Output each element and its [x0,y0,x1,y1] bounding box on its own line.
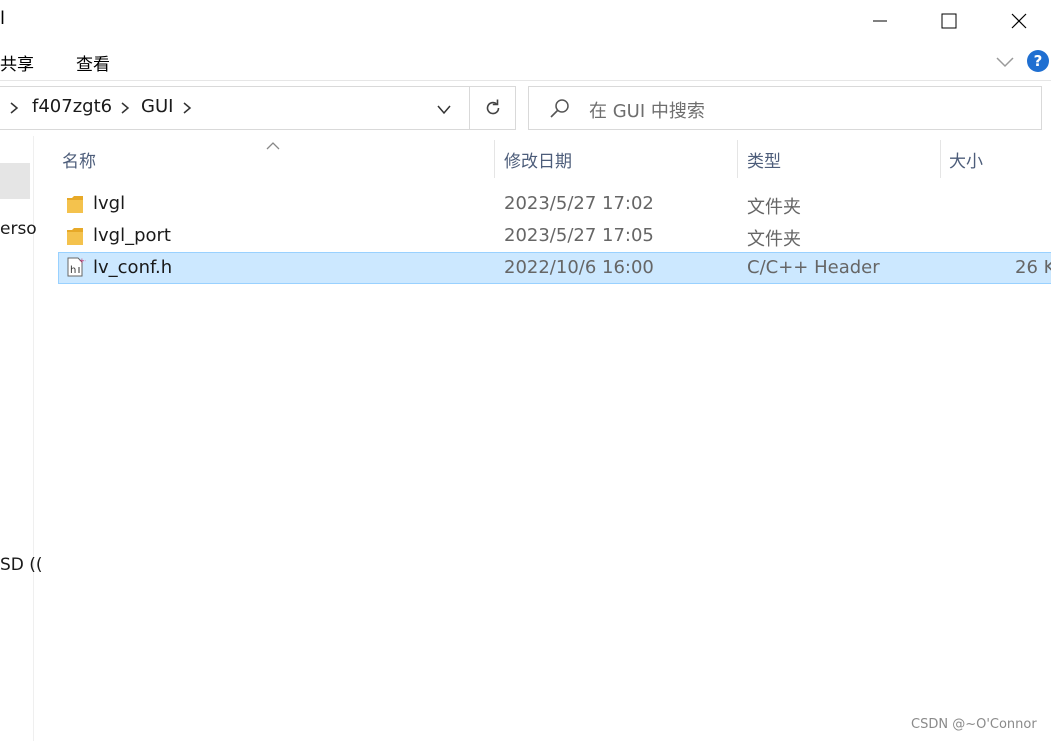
close-icon [1011,13,1027,29]
file-type: 文件夹 [747,229,801,250]
file-name[interactable]: lvgl [93,193,125,214]
tab-view[interactable]: 查看 [76,50,110,75]
breadcrumb-gui[interactable]: GUI [141,96,173,117]
minimize-button[interactable] [845,0,915,42]
breadcrumb-chevron-icon[interactable] [182,100,192,119]
file-name[interactable]: lv_conf.h [93,257,172,278]
file-size: 26 K [1015,257,1051,278]
chevron-down-icon [996,57,1014,68]
column-divider[interactable] [737,140,738,178]
close-button[interactable] [984,0,1051,42]
address-divider [469,87,470,129]
file-name[interactable]: lvgl_port [93,225,171,246]
column-header-size[interactable]: 大小 [949,147,983,172]
column-divider[interactable] [940,140,941,178]
column-header-name[interactable]: 名称 [62,147,96,172]
tab-share[interactable]: 共享 [0,50,34,75]
nav-item-sd-drive[interactable]: SD (( [0,555,43,575]
expand-ribbon-button[interactable] [996,53,1014,72]
file-date: 2023/5/27 17:02 [504,193,654,214]
nav-item-user-folder[interactable]: erso [0,219,37,239]
folder-icon [66,225,84,251]
minimize-icon [873,20,887,22]
ribbon-divider [0,80,1051,81]
svg-text:h: h [70,265,76,276]
search-icon [549,98,571,124]
search-input[interactable]: 在 GUI 中搜索 [589,97,705,123]
svg-text:++: ++ [79,257,86,265]
breadcrumb-chevron-icon [9,100,19,119]
file-type: C/C++ Header [747,257,880,278]
column-header-date[interactable]: 修改日期 [504,147,572,172]
column-divider[interactable] [494,140,495,178]
chevron-down-icon [437,105,451,115]
file-type: 文件夹 [747,197,801,218]
nav-selected-item[interactable] [0,163,30,199]
watermark: CSDN @~O'Connor [911,717,1037,732]
file-date: 2023/5/27 17:05 [504,225,654,246]
maximize-button[interactable] [914,0,984,42]
help-icon[interactable]: ? [1027,50,1049,72]
address-history-dropdown[interactable] [436,101,452,120]
folder-icon [66,193,84,219]
file-date: 2022/10/6 16:00 [504,257,654,278]
breadcrumb-f407zgt6[interactable]: f407zgt6 [32,96,112,117]
refresh-button[interactable] [472,88,514,128]
sort-ascending-icon [266,136,280,155]
header-file-icon: h ++ [66,256,91,282]
refresh-icon [486,99,500,115]
maximize-icon [941,13,957,29]
breadcrumb-chevron-icon[interactable] [120,100,130,119]
window-title: l [0,8,6,29]
column-header-type[interactable]: 类型 [747,147,781,172]
